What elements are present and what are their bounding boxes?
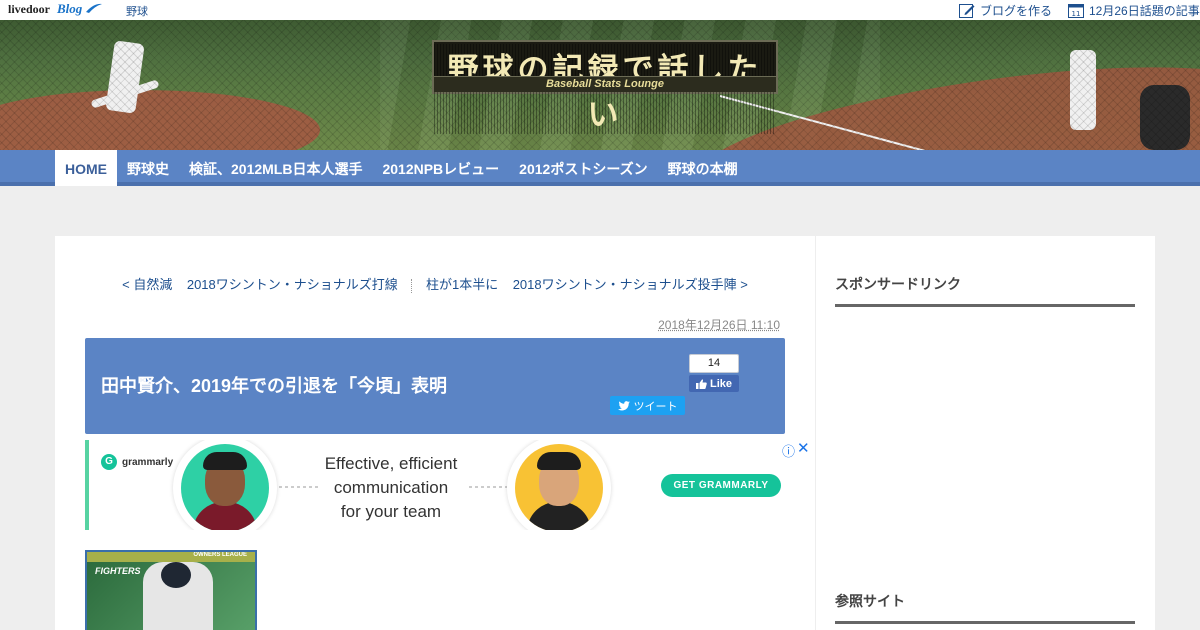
- nav-item-history[interactable]: 野球史: [117, 150, 179, 186]
- nav-item-home[interactable]: HOME: [55, 150, 117, 186]
- card-team-name: FIGHTERS: [95, 566, 141, 576]
- article-title-box: 田中賢介、2019年での引退を「今頃」表明 14 Like ツイート: [85, 338, 785, 434]
- blog-logo[interactable]: Blog: [57, 1, 82, 17]
- grammarly-logo: G grammarly: [101, 454, 173, 470]
- ad-dotted-connector: [469, 486, 507, 488]
- grammarly-ad[interactable]: G grammarly Effective, efficient communi…: [85, 440, 785, 530]
- ad-avatar-man: [173, 440, 277, 530]
- post-navigation: < 自然減 2018ワシントン・ナショナルズ打線 柱が1本半に 2018ワシント…: [55, 274, 815, 293]
- tweet-button[interactable]: ツイート: [610, 396, 685, 415]
- next-post-link[interactable]: 柱が1本半に: [426, 277, 498, 292]
- livedoor-logo[interactable]: livedoor: [8, 2, 50, 17]
- ad-avatar-glasses-man: [507, 440, 611, 530]
- article-title[interactable]: 田中賢介、2019年での引退を「今頃」表明: [101, 372, 447, 398]
- ad-tagline: Effective, efficient communication for y…: [313, 452, 469, 524]
- next-category-post-link[interactable]: 2018ワシントン・ナショナルズ投手陣 >: [513, 277, 748, 292]
- prev-category-post-link[interactable]: 2018ワシントン・ナショナルズ打線: [187, 277, 398, 292]
- svg-text:11: 11: [1072, 10, 1081, 18]
- write-blog-label: ブログを作る: [980, 4, 1053, 18]
- ad-line-2: communication: [333, 478, 449, 497]
- sponsor-links-heading: スポンサードリンク: [835, 274, 1135, 307]
- facebook-like-count: 14: [689, 354, 739, 373]
- nav-item-bookshelf[interactable]: 野球の本棚: [658, 150, 748, 186]
- twitter-bird-icon: [617, 400, 630, 410]
- grammarly-g-icon: G: [101, 454, 117, 470]
- ad-line-1: Effective, efficient: [324, 454, 458, 473]
- sidebar: スポンサードリンク 参照サイト: [816, 236, 1155, 630]
- header-banner: 野球の記録で話したい Baseball Stats Lounge: [0, 20, 1200, 150]
- trending-link[interactable]: 11 12月26日話題の記事: [1068, 2, 1200, 19]
- thumbs-up-icon: [695, 378, 707, 389]
- ad-line-3: for your team: [340, 502, 442, 521]
- site-logo[interactable]: 野球の記録で話したい Baseball Stats Lounge: [432, 40, 778, 134]
- write-blog-link[interactable]: ブログを作る: [959, 2, 1052, 19]
- prev-post-link[interactable]: < 自然減: [122, 277, 172, 292]
- reference-sites-heading: 参照サイト: [835, 591, 1135, 624]
- ad-close-icon[interactable]: ✕: [797, 439, 810, 457]
- baseball-card-image[interactable]: FIGHTERS OWNERS LEAGUE: [85, 550, 257, 630]
- tweet-label: ツイート: [633, 400, 678, 413]
- post-nav-divider: [411, 278, 413, 293]
- calendar-icon: 11: [1068, 4, 1084, 18]
- category-link[interactable]: 野球: [126, 3, 148, 19]
- swoosh-icon: [86, 3, 102, 13]
- post-date[interactable]: 2018年12月26日 11:10: [658, 316, 780, 333]
- nav-item-postseason[interactable]: 2012ポストシーズン: [509, 150, 657, 186]
- facebook-like-button[interactable]: Like: [689, 375, 739, 392]
- facebook-like-widget: 14 Like: [689, 354, 739, 394]
- card-player-helmet: [161, 562, 191, 588]
- nav-item-mlb-japanese[interactable]: 検証、2012MLB日本人選手: [179, 150, 372, 186]
- pencil-icon: [959, 4, 975, 18]
- facebook-like-label: Like: [709, 377, 732, 390]
- site-subtitle: Baseball Stats Lounge: [434, 76, 776, 92]
- nav-item-npb-review[interactable]: 2012NPBレビュー: [372, 150, 509, 186]
- main-nav: HOME 野球史 検証、2012MLB日本人選手 2012NPBレビュー 201…: [0, 150, 1200, 186]
- ad-info-icon[interactable]: ⓘ: [782, 441, 795, 460]
- trending-label: 12月26日話題の記事: [1089, 4, 1200, 18]
- livedoor-top-bar: livedoor Blog 野球 ブログを作る 11 12月26日話題の記事: [0, 0, 1200, 20]
- grammarly-brand: grammarly: [122, 456, 174, 468]
- get-grammarly-button[interactable]: GET GRAMMARLY: [661, 474, 781, 497]
- card-league: OWNERS LEAGUE: [193, 552, 247, 558]
- main-content: < 自然減 2018ワシントン・ナショナルズ打線 柱が1本半に 2018ワシント…: [55, 236, 815, 630]
